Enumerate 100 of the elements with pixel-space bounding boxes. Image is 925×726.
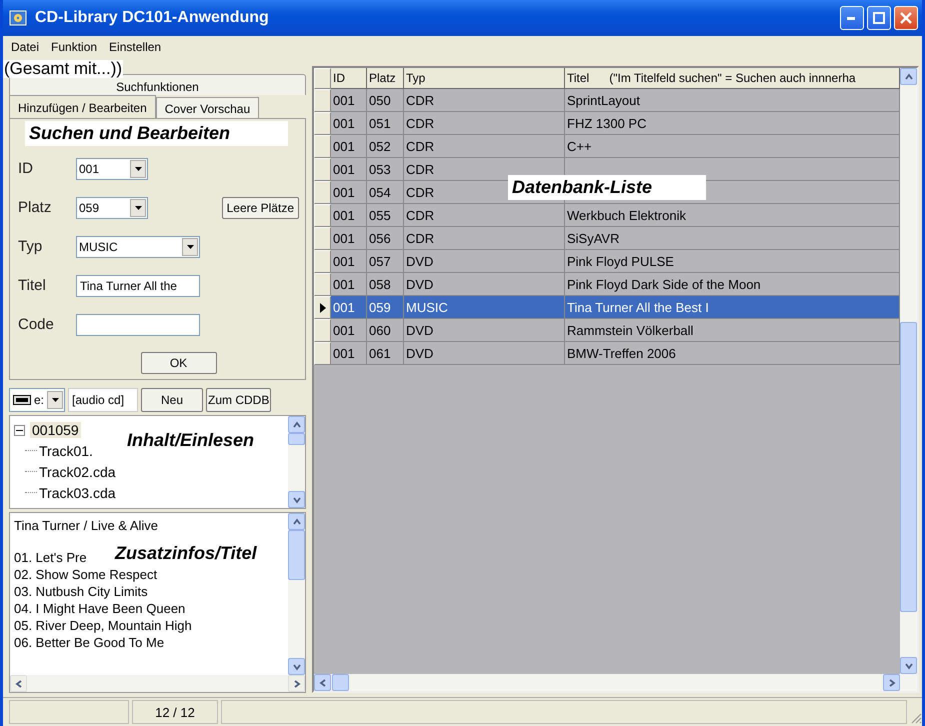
tree-node[interactable]: Track02.cda	[39, 464, 116, 480]
tree-node[interactable]: Track03.cda	[39, 484, 116, 500]
table-cell: 055	[367, 204, 404, 227]
drive-dropdown[interactable]: e:	[9, 388, 66, 412]
chevron-right-icon	[886, 678, 896, 688]
table-cell: 054	[367, 181, 404, 204]
scroll-up-button[interactable]	[288, 513, 305, 530]
scroll-right-button[interactable]	[883, 674, 900, 691]
table-cell: Tina Turner All the Best I	[565, 296, 900, 319]
track-line: 04. I Might Have Been Queen	[14, 600, 186, 617]
toolbar-button[interactable]: Neu	[141, 388, 204, 412]
scroll-down-button[interactable]	[288, 491, 305, 508]
column-header[interactable]: Typ	[404, 68, 565, 89]
dropdown-button[interactable]	[130, 198, 146, 216]
column-header[interactable]: Platz	[367, 68, 404, 89]
close-button[interactable]	[894, 6, 918, 30]
record-count: 12 / 12	[132, 700, 218, 724]
scroll-left-button[interactable]	[314, 674, 331, 691]
table-cell: 001	[331, 135, 367, 158]
table-cell: CDR	[404, 204, 565, 227]
table-cell: DVD	[404, 250, 565, 273]
input-field[interactable]	[76, 314, 200, 336]
empty-slots-button[interactable]: Leere Plätze	[222, 196, 299, 218]
chevron-down-icon	[292, 494, 302, 504]
scroll-thumb[interactable]	[900, 322, 917, 612]
scroll-up-button[interactable]	[900, 68, 917, 85]
table-cell: SprintLayout	[565, 89, 900, 112]
chevron-left-icon	[14, 678, 24, 688]
field-label: ID	[18, 160, 34, 177]
chevron-right-icon	[292, 678, 302, 688]
ok-button[interactable]: OK	[140, 352, 216, 374]
field-label: Typ	[18, 238, 44, 255]
tree-node[interactable]: Track01.	[39, 442, 93, 458]
minimize-icon	[847, 16, 857, 20]
table-cell: DVD	[404, 319, 565, 342]
table-row[interactable]: 001 050 CDR SprintLayout	[314, 89, 900, 112]
minimize-button[interactable]	[840, 6, 864, 30]
dropdown-field[interactable]: 001	[76, 158, 148, 180]
album-title: Tina Turner / Live & Alive	[14, 518, 160, 533]
chevron-up-icon	[292, 420, 302, 430]
tab[interactable]: Hinzufügen / Bearbeiten	[9, 95, 156, 118]
annotation-label: (Gesamt mit...))	[3, 60, 124, 78]
table-cell: CDR	[404, 227, 565, 250]
tab[interactable]: Cover Vorschau	[156, 97, 260, 118]
column-header[interactable]: Titel ("Im Titelfeld suchen" = Suchen auch innnerha	[565, 68, 900, 89]
table-row[interactable]: 001 059 MUSIC Tina Turner All the Best I	[314, 296, 900, 319]
input-field[interactable]: Tina Turner All the	[76, 274, 200, 296]
dropdown-button[interactable]	[47, 391, 64, 409]
menu-item[interactable]: Einstellen	[109, 40, 162, 58]
track-line: 06. Better Be Good To Me	[14, 634, 164, 651]
toolbar-button[interactable]: Zum CDDB	[206, 388, 272, 412]
caret-icon	[134, 206, 142, 210]
table-cell: 001	[331, 112, 367, 135]
scroll-down-button[interactable]	[900, 657, 917, 674]
chevron-left-icon	[318, 678, 328, 688]
table-cell: 056	[367, 227, 404, 250]
dropdown-button[interactable]	[130, 160, 146, 178]
menu-item[interactable]: Datei	[11, 40, 40, 58]
table-row[interactable]: 001 056 CDR SiSyAVR	[314, 227, 900, 250]
table-row[interactable]: 001 052 CDR C++	[314, 135, 900, 158]
chevron-down-icon	[292, 662, 302, 672]
table-row[interactable]: 001 060 DVD Rammstein Völkerball	[314, 319, 900, 342]
table-cell: 001	[331, 89, 367, 112]
table-row[interactable]: 001 057 DVD Pink Floyd PULSE	[314, 250, 900, 273]
scroll-right-button[interactable]	[288, 675, 305, 692]
dropdown-button[interactable]	[182, 238, 198, 256]
menu-item[interactable]: Funktion	[51, 40, 98, 58]
table-cell: 059	[367, 296, 404, 319]
column-header[interactable]: ID	[331, 68, 367, 89]
table-cell: 053	[367, 158, 404, 181]
table-row[interactable]: 001 055 CDR Werkbuch Elektronik	[314, 204, 900, 227]
resize-grip-icon	[910, 712, 922, 724]
annotation-label: Datenbank-Liste	[508, 175, 706, 200]
scroll-up-button[interactable]	[288, 416, 305, 433]
maximize-button[interactable]	[867, 6, 891, 30]
scroll-down-button[interactable]	[288, 658, 305, 675]
drive-icon	[13, 395, 31, 405]
table-cell: 001	[331, 319, 367, 342]
table-cell: MUSIC	[404, 296, 565, 319]
table-row[interactable]: 001 061 DVD BMW-Treffen 2006	[314, 342, 900, 365]
table-cell: CDR	[404, 89, 565, 112]
table-cell: 051	[367, 112, 404, 135]
track-line: 05. River Deep, Mountain High	[14, 617, 192, 634]
dropdown-field[interactable]: MUSIC	[76, 236, 200, 258]
app-icon	[9, 9, 27, 27]
table-row[interactable]: 001 051 CDR FHZ 1300 PC	[314, 112, 900, 135]
collapse-icon[interactable]	[14, 424, 25, 436]
drive-letter: e:	[34, 393, 44, 407]
scroll-thumb[interactable]	[332, 674, 349, 691]
field-label: Titel	[18, 277, 47, 294]
table-cell: 057	[367, 250, 404, 273]
field-label: Platz	[18, 199, 52, 216]
scroll-thumb[interactable]	[288, 433, 305, 445]
scroll-thumb[interactable]	[288, 530, 305, 580]
chevron-up-icon	[904, 72, 914, 82]
dropdown-field[interactable]: 059	[76, 196, 148, 218]
tree-node[interactable]: 001059	[30, 422, 81, 438]
table-cell: Rammstein Völkerball	[565, 319, 900, 342]
scroll-left-button[interactable]	[10, 675, 27, 692]
table-cell: FHZ 1300 PC	[565, 112, 900, 135]
